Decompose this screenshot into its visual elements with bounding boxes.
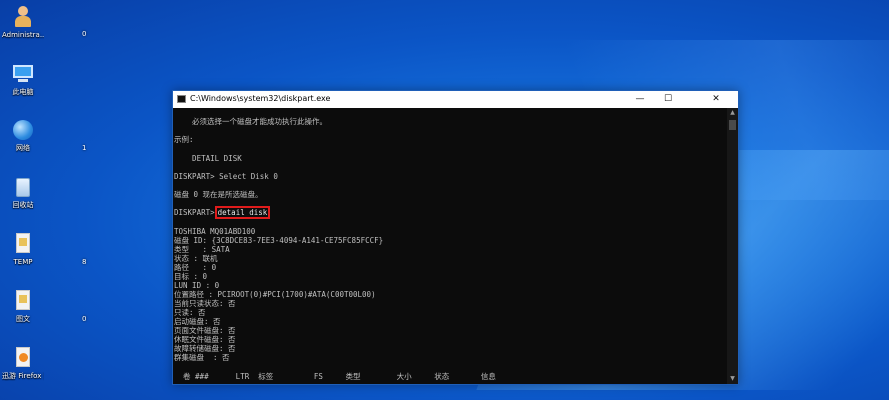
this-pc-icon	[12, 63, 34, 85]
scroll-down-icon[interactable]: ▼	[727, 374, 738, 384]
console-line: 磁盘 ID: {3C8DCE83-7EE3-4094-A141-CE75FC85…	[174, 236, 384, 245]
window-title: C:\Windows\system32\diskpart.exe	[190, 94, 331, 103]
desktop-icon-label: TEMP	[13, 258, 33, 266]
network-icon	[12, 119, 34, 141]
desktop-icon-administrator[interactable]: Administra...	[2, 6, 44, 40]
console-line: 只读: 否	[174, 308, 206, 317]
desktop-marker: 0	[82, 315, 87, 323]
maximize-button[interactable]: ☐	[654, 91, 682, 108]
console-line: 页面文件磁盘: 否	[174, 326, 236, 335]
console-line: 类型 : SATA	[174, 245, 230, 254]
desktop-icon-label: 回收站	[12, 201, 34, 209]
desktop-marker: 8	[82, 258, 87, 266]
desktop-icon-document[interactable]: 图文	[2, 290, 44, 324]
desktop-marker: 0	[82, 30, 87, 38]
desktop-icon-label: 迅游 Firefox 浏览	[2, 372, 44, 380]
console-line: 休眠文件磁盘: 否	[174, 335, 236, 344]
desktop-icon-label: 此电脑	[12, 88, 34, 96]
minimize-button[interactable]: —	[626, 91, 654, 108]
highlighted-command: detail disk	[214, 206, 271, 219]
console-line: 磁盘 0 现在是所选磁盘。	[174, 190, 263, 199]
console-line: 示例:	[174, 135, 194, 144]
console-scrollbar[interactable]: ▲ ▼	[727, 108, 738, 384]
scrollbar-thumb[interactable]	[729, 120, 736, 130]
console-line: DISKPART> Select Disk 0	[174, 172, 278, 181]
console-line: 当前只读状态: 否	[174, 299, 236, 308]
close-button[interactable]: ✕	[702, 91, 730, 108]
console-line: 必须选择一个磁盘才能成功执行此操作。	[174, 117, 328, 126]
desktop-icon-this-pc[interactable]: 此电脑	[2, 63, 44, 97]
window-titlebar[interactable]: C:\Windows\system32\diskpart.exe — ☐ ✕	[173, 91, 738, 108]
console-line: TOSHIBA MQ01ABD100	[174, 227, 256, 236]
console-line: 位置路径 : PCIROOT(0)#PCI(1700)#ATA(C00T00L0…	[174, 290, 376, 299]
console-output[interactable]: 必须选择一个磁盘才能成功执行此操作。 示例: DETAIL DISK DISKP…	[173, 108, 727, 384]
desktop-icon-firefox[interactable]: 迅游 Firefox 浏览	[2, 347, 44, 381]
console-command-line: DISKPART> detail disk	[174, 206, 271, 219]
console-table-header: 卷 ### LTR 标签 FS 类型 大小 状态 信息	[174, 372, 496, 381]
console-prompt: DISKPART>	[174, 208, 215, 217]
recycle-bin-icon	[12, 176, 34, 198]
desktop-icon-network[interactable]: 网络	[2, 119, 44, 153]
scroll-up-icon[interactable]: ▲	[727, 108, 738, 118]
desktop-marker: 1	[82, 144, 87, 152]
console-line: 状态 : 联机	[174, 254, 218, 263]
console-line: 群集磁盘 : 否	[174, 353, 230, 362]
console-window: C:\Windows\system32\diskpart.exe — ☐ ✕ 必…	[172, 90, 739, 385]
desktop-icon-label: Administra...	[2, 31, 44, 39]
desktop-icon-label: 图文	[16, 315, 30, 323]
firefox-file-icon	[12, 347, 34, 369]
console-line: DETAIL DISK	[174, 154, 242, 163]
user-folder-icon	[12, 6, 34, 28]
console-line: 目标 : 0	[174, 272, 208, 281]
desktop-icon-recycle-bin[interactable]: 回收站	[2, 176, 44, 210]
console-app-icon	[177, 95, 186, 103]
desktop-icon-temp[interactable]: TEMP	[2, 233, 44, 267]
console-line: 启动磁盘: 否	[174, 317, 221, 326]
file-icon	[12, 233, 34, 255]
console-line: 路径 : 0	[174, 263, 217, 272]
desktop-icon-label: 网络	[16, 144, 30, 152]
console-line: 故障转储磁盘: 否	[174, 344, 236, 353]
file-icon	[12, 290, 34, 312]
console-line: LUN ID : 0	[174, 281, 220, 290]
